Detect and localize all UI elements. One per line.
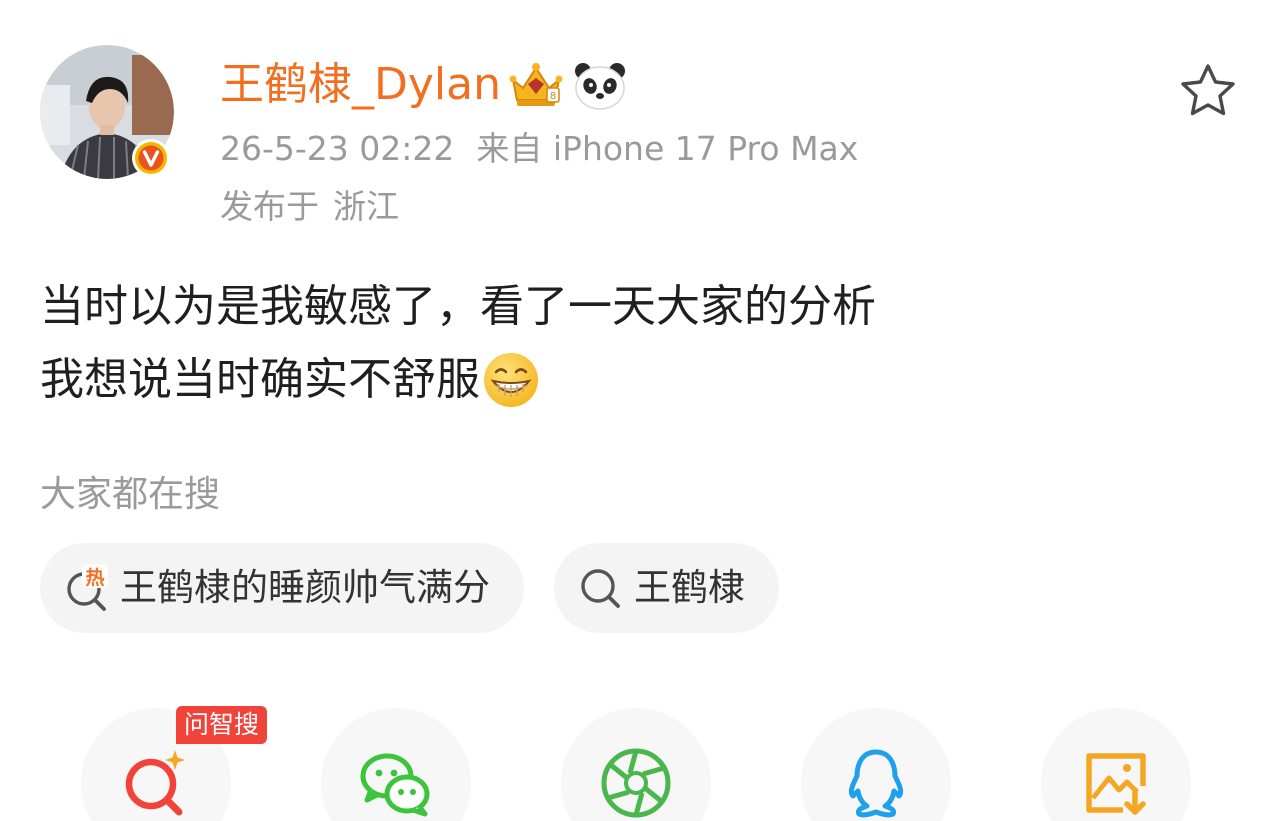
search-chip-label: 王鹤棣: [634, 566, 745, 609]
qq-icon: [848, 749, 904, 818]
svg-text:8: 8: [550, 91, 556, 102]
wechat-share-button[interactable]: [321, 708, 471, 821]
avatar[interactable]: [40, 45, 174, 179]
ai-search-icon: [125, 750, 185, 816]
moments-share-button[interactable]: [561, 708, 711, 821]
moments-icon: [601, 748, 671, 818]
post-text-line-2: 我想说当时确实不舒服: [40, 343, 1240, 416]
verified-badge-icon: [132, 139, 170, 177]
post-content: 当时以为是我敏感了，看了一天大家的分析 我想说当时确实不舒服: [40, 270, 1240, 416]
post-text-line-1: 当时以为是我敏感了，看了一天大家的分析: [40, 270, 1240, 343]
save-image-icon: [1086, 753, 1146, 815]
username[interactable]: 王鹤棣_Dylan: [220, 54, 501, 116]
grinning-face-icon: [484, 352, 538, 407]
post-text-1: 当时以为是我敏感了，看了一天大家的分析: [40, 281, 876, 332]
post-meta: 26-5-23 02:22 来自 iPhone 17 Pro Max: [220, 126, 858, 172]
trending-search-heading: 大家都在搜: [40, 474, 221, 515]
crown-icon: 8: [509, 63, 563, 106]
search-chip-hot[interactable]: 热 王鹤棣的睡颜帅气满分: [40, 543, 524, 633]
username-row: 王鹤棣_Dylan 8: [220, 54, 629, 116]
location-prefix: 发布于: [220, 187, 319, 226]
hot-search-icon: 热: [67, 564, 108, 611]
post-location: 发布于 浙江: [220, 184, 399, 230]
post-text-2: 我想说当时确实不舒服: [40, 354, 480, 405]
post-timestamp: 26-5-23 02:22: [220, 129, 455, 168]
qq-share-button[interactable]: [801, 708, 951, 821]
search-icon: [581, 569, 620, 608]
wechat-icon: [360, 753, 430, 817]
save-image-button[interactable]: [1041, 708, 1191, 821]
post-source: 来自 iPhone 17 Pro Max: [476, 129, 859, 168]
ai-search-badge: 问智搜: [176, 706, 268, 744]
favorite-star-icon[interactable]: [1178, 62, 1238, 118]
panda-icon: [575, 63, 625, 110]
weibo-post-screen: 王鹤棣_Dylan 8 26-5-23 02:22 来自 iPhone 17 P…: [0, 0, 1280, 821]
search-chip-label: 王鹤棣的睡颜帅气满分: [120, 566, 490, 609]
trending-search-chips: 热 王鹤棣的睡颜帅气满分 王鹤棣: [40, 543, 779, 633]
search-chip[interactable]: 王鹤棣: [554, 543, 779, 633]
hot-label: 热: [85, 566, 104, 589]
location-value: 浙江: [333, 187, 399, 226]
